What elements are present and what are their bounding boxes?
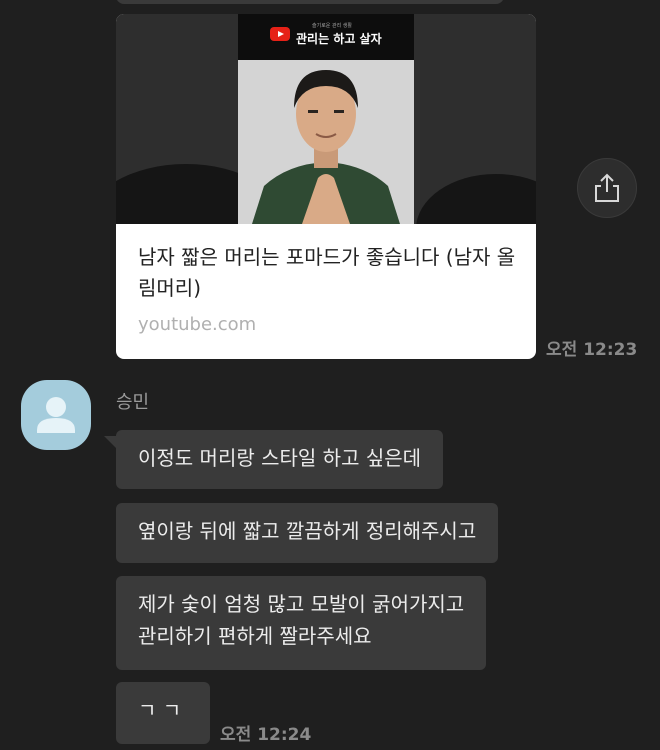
share-icon [595,173,619,202]
message-bubble[interactable]: 옆이랑 뒤에 짧고 깔끔하게 정리해주시고 [116,503,499,563]
youtube-logo-icon [270,27,290,41]
message-bubble[interactable]: 제가 숯이 엄청 많고 모발이 굵어가지고 관리하기 편하게 짤라주세요 [116,576,487,670]
message-text: 옆이랑 뒤에 짧고 깔끔하게 정리해주시고 [138,519,477,543]
message-text: 이정도 머리랑 스타일 하고 싶은데 [138,446,422,470]
channel-name: 관리는 하고 살자 [296,32,382,46]
person-icon [37,397,75,433]
channel-tagline: 슬기로운 관리 생활 [312,23,352,29]
video-frame: 슬기로운 관리 생활 관리는 하고 살자 [238,14,414,224]
message-text: 관리하기 편하게 짤라주세요 [138,624,372,648]
message-text: 제가 숯이 엄청 많고 모발이 굵어가지고 [138,592,465,616]
avatar[interactable] [21,380,91,450]
message-bubble[interactable]: ㄱ ㄱ [116,682,210,744]
video-thumbnail[interactable]: 슬기로운 관리 생활 관리는 하고 살자 [116,14,536,224]
youtube-link-card[interactable]: 슬기로운 관리 생활 관리는 하고 살자 남자 짧은 머리는 포마드가 좋습니다… [116,14,536,359]
message-text: ㄱ ㄱ [138,698,182,722]
video-title[interactable]: 남자 짧은 머리는 포마드가 좋습니다 (남자 올림머리) [138,242,518,304]
message-time: 오전 12:23 [546,340,638,360]
person-photo [238,60,414,224]
video-header: 슬기로운 관리 생활 관리는 하고 살자 [238,14,414,60]
previous-message-bubble [116,0,504,4]
link-domain: youtube.com [138,314,257,335]
share-button[interactable] [577,158,637,218]
thumbnail-bg-shape [416,174,536,224]
sender-name: 승민 [116,392,150,413]
link-card-text[interactable]: 남자 짧은 머리는 포마드가 좋습니다 (남자 올림머리) youtube.co… [138,242,518,335]
message-bubble[interactable]: 이정도 머리랑 스타일 하고 싶은데 [116,430,444,489]
message-time: 오전 12:24 [220,725,312,745]
